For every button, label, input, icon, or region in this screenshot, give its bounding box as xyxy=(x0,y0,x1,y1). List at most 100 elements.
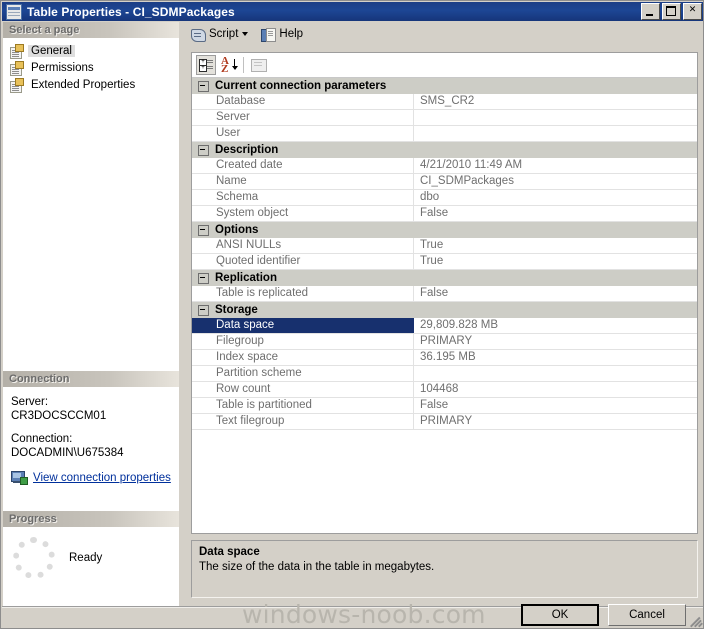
progress-spinner-icon xyxy=(13,537,55,579)
close-icon: ✕ xyxy=(688,5,697,15)
help-book-icon xyxy=(261,27,277,42)
property-pages-icon xyxy=(251,58,267,72)
table-row[interactable]: Name CI_SDMPackages xyxy=(192,174,697,190)
categorized-view-icon: + + xyxy=(199,59,213,72)
progress-status-label: Ready xyxy=(69,552,103,564)
category-label: Replication xyxy=(215,272,277,284)
category-row[interactable]: Current connection parameters xyxy=(192,78,697,94)
table-row[interactable]: Schema dbo xyxy=(192,190,697,206)
minimize-icon xyxy=(642,4,659,19)
table-row[interactable]: Table is partitioned False xyxy=(192,398,697,414)
property-value: False xyxy=(420,399,449,411)
property-value xyxy=(414,126,697,141)
category-label: Current connection parameters xyxy=(215,80,387,92)
property-value xyxy=(414,110,697,125)
table-row-selected[interactable]: Data space 29,809.828 MB xyxy=(192,318,697,334)
dialog-toolbar: Script Help xyxy=(181,22,702,46)
collapse-icon[interactable] xyxy=(198,80,209,92)
category-label: Storage xyxy=(215,304,258,316)
property-name: Created date xyxy=(192,158,414,173)
property-value: PRIMARY xyxy=(420,335,473,347)
property-value: True xyxy=(420,255,444,267)
sidebar-item-general[interactable]: General xyxy=(9,42,179,59)
property-pages-button xyxy=(249,55,269,75)
sidebar-item-label: Permissions xyxy=(31,61,94,74)
property-name: Schema xyxy=(192,190,414,205)
cancel-button[interactable]: Cancel xyxy=(608,604,686,626)
server-value: CR3DOCSCCM01 xyxy=(11,410,107,422)
property-name: Quoted identifier xyxy=(192,254,414,269)
table-row[interactable]: Server xyxy=(192,110,697,126)
description-title: Data space xyxy=(199,546,260,558)
property-name: Data space xyxy=(192,318,414,333)
table-row[interactable]: Partition scheme xyxy=(192,366,697,382)
collapse-icon[interactable] xyxy=(198,224,209,236)
help-label: Help xyxy=(279,28,304,40)
select-a-page-header: Select a page xyxy=(3,22,179,38)
category-label: Description xyxy=(215,144,279,156)
property-name: Row count xyxy=(192,382,414,397)
table-properties-dialog: Table Properties - CI_SDMPackages ✕ Sele… xyxy=(0,0,704,629)
property-grid-toolbar: + + AZ xyxy=(192,53,697,78)
property-value: True xyxy=(420,239,444,251)
maximize-icon xyxy=(663,4,680,19)
view-connection-properties-link[interactable]: View connection properties xyxy=(11,471,179,485)
maximize-button[interactable] xyxy=(662,3,681,20)
property-name: Filegroup xyxy=(192,334,414,349)
sidebar-item-label: Extended Properties xyxy=(31,78,136,91)
table-row[interactable]: Index space 36.195 MB xyxy=(192,350,697,366)
table-icon xyxy=(6,3,22,20)
table-row[interactable]: Created date 4/21/2010 11:49 AM xyxy=(192,158,697,174)
ok-button[interactable]: OK xyxy=(521,604,599,626)
property-name: Table is replicated xyxy=(192,286,414,301)
resize-grip[interactable] xyxy=(689,614,703,628)
category-row[interactable]: Storage xyxy=(192,302,697,318)
table-row[interactable]: Row count 104468 xyxy=(192,382,697,398)
table-row[interactable]: ANSI NULLs True xyxy=(192,238,697,254)
network-computer-icon xyxy=(11,471,28,485)
description-pane: Data space The size of the data in the t… xyxy=(191,540,698,598)
watermark: windows-noob.com xyxy=(242,600,486,629)
collapse-icon[interactable] xyxy=(198,304,209,316)
connection-section: Connection Server: CR3DOCSCCM01 Connecti… xyxy=(3,371,179,485)
property-name: Database xyxy=(192,94,414,109)
table-row[interactable]: Database SMS_CR2 xyxy=(192,94,697,110)
left-panel: Select a page General Permissions Extend… xyxy=(3,22,179,606)
sidebar-item-permissions[interactable]: Permissions xyxy=(9,59,179,76)
property-value: PRIMARY xyxy=(420,415,473,427)
script-button[interactable]: Script xyxy=(187,24,255,44)
table-row[interactable]: Filegroup PRIMARY xyxy=(192,334,697,350)
table-row[interactable]: User xyxy=(192,126,697,142)
connection-details: Server: CR3DOCSCCM01 Connection: DOCADMI… xyxy=(3,387,179,485)
alphabetical-sort-button[interactable]: AZ xyxy=(218,55,238,75)
table-row[interactable]: Quoted identifier True xyxy=(192,254,697,270)
property-name: Partition scheme xyxy=(192,366,414,381)
property-grid: + + AZ Current connection parameters Dat… xyxy=(191,52,698,534)
minimize-button[interactable] xyxy=(641,3,660,20)
window-title: Table Properties - CI_SDMPackages xyxy=(27,4,235,19)
table-row[interactable]: Table is replicated False xyxy=(192,286,697,302)
toolbar-separator xyxy=(243,57,244,73)
table-row[interactable]: Text filegroup PRIMARY xyxy=(192,414,697,430)
sidebar-item-extended-properties[interactable]: Extended Properties xyxy=(9,76,179,93)
right-panel: Script Help + + AZ Current connection pa… xyxy=(181,22,702,606)
categorized-view-button[interactable]: + + xyxy=(196,55,216,75)
chevron-down-icon[interactable] xyxy=(242,32,249,36)
progress-status: Ready xyxy=(3,527,179,579)
close-button[interactable]: ✕ xyxy=(683,3,702,20)
category-row[interactable]: Description xyxy=(192,142,697,158)
property-value: 4/21/2010 11:49 AM xyxy=(420,159,523,171)
caption-buttons: ✕ xyxy=(641,3,702,20)
help-button[interactable]: Help xyxy=(258,24,306,44)
category-row[interactable]: Options xyxy=(192,222,697,238)
title-bar: Table Properties - CI_SDMPackages ✕ xyxy=(2,2,703,21)
table-row[interactable]: System object False xyxy=(192,206,697,222)
sidebar-item-label: General xyxy=(28,44,75,57)
category-row[interactable]: Replication xyxy=(192,270,697,286)
page-icon xyxy=(9,43,24,59)
collapse-icon[interactable] xyxy=(198,144,209,156)
progress-header: Progress xyxy=(3,511,179,527)
collapse-icon[interactable] xyxy=(198,272,209,284)
progress-section: Progress Ready xyxy=(3,511,179,579)
connection-header: Connection xyxy=(3,371,179,387)
